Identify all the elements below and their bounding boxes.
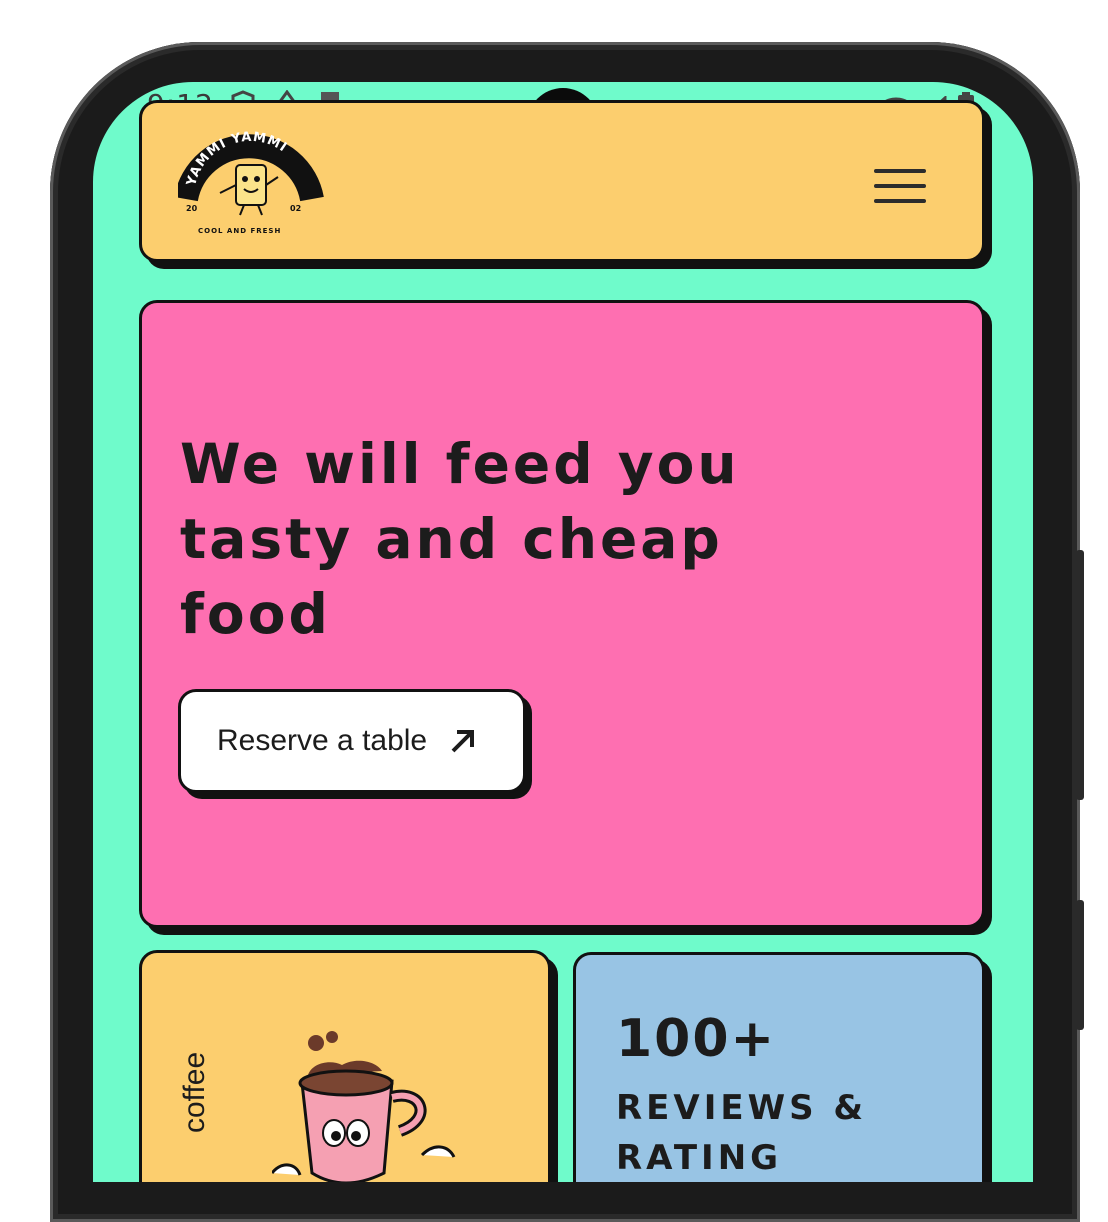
yammi-logo[interactable]: YAMMI YAMMI 20 02 COOL AND FRESH: [178, 129, 328, 239]
phone-side-button: [1076, 550, 1084, 800]
logo-tagline: COOL AND FRESH: [198, 227, 281, 235]
logo-year-left: 20: [186, 204, 198, 213]
reviews-label: REVIEWS & RATING: [616, 1088, 868, 1178]
hero-section: We will feed you tasty and cheap food Re…: [139, 300, 985, 928]
phone-screen: 9:12 YAMMI YAMMI 20 02 COOL AND F: [93, 82, 1033, 1182]
logo-year-right: 02: [290, 204, 301, 213]
hamburger-menu-icon[interactable]: [874, 169, 926, 214]
phone-side-button: [1076, 900, 1084, 1030]
coffee-cup-illustration: [272, 1031, 456, 1182]
coffee-card[interactable]: coffee: [139, 950, 551, 1182]
header-bar: YAMMI YAMMI 20 02 COOL AND FRESH: [139, 100, 985, 262]
hero-title: We will feed you tasty and cheap food: [180, 432, 740, 646]
arrow-up-right-icon: [451, 730, 475, 753]
reviews-count: 100+: [616, 1009, 777, 1069]
reserve-button-label: Reserve a table: [217, 724, 428, 757]
reserve-table-button[interactable]: Reserve a table: [178, 689, 526, 793]
coffee-label: coffee: [178, 1051, 211, 1133]
